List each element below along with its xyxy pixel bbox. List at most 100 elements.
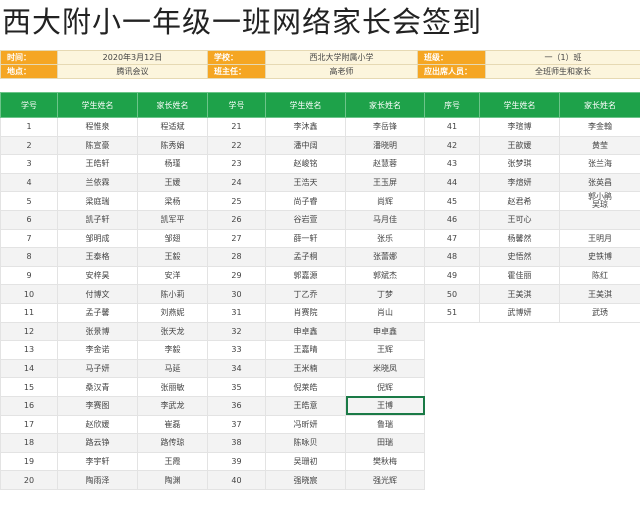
student-name-cell[interactable] [479, 415, 560, 434]
student-no-cell[interactable]: 36 [207, 395, 266, 416]
parent-name-cell[interactable]: 马延 [137, 358, 208, 379]
student-no-cell[interactable] [424, 452, 480, 471]
student-name-cell[interactable]: 付博文 [57, 284, 138, 304]
parent-name-cell[interactable] [559, 396, 640, 415]
parent-name-cell[interactable]: 鲁瑞 [345, 414, 425, 435]
student-name-cell[interactable]: 肖赛院 [265, 302, 346, 323]
col-header-seq-no[interactable]: 序号 [424, 92, 480, 118]
parent-name-cell[interactable]: 李武龙 [137, 395, 208, 416]
parent-name-cell[interactable]: 陈红 [559, 265, 640, 286]
parent-name-cell[interactable]: 王明月 [559, 228, 640, 249]
parent-name-cell[interactable]: 强光辉 [345, 470, 425, 490]
col-header-parent-name[interactable]: 家长姓名 [137, 92, 208, 118]
teacher-label[interactable]: 班主任： [207, 64, 266, 79]
student-no-cell[interactable] [424, 377, 480, 397]
student-no-cell[interactable]: 3 [0, 154, 58, 174]
col-header-parent-name[interactable]: 家长姓名 [345, 92, 425, 118]
student-name-cell[interactable]: 李金诺 [57, 340, 138, 360]
student-name-cell[interactable]: 杨馨然 [479, 228, 560, 249]
parent-name-cell[interactable]: 米晓凤 [345, 358, 425, 379]
student-name-cell[interactable]: 强晓宸 [265, 470, 346, 490]
student-name-cell[interactable]: 王可心 [479, 209, 560, 230]
student-name-cell[interactable]: 孟子桐 [265, 247, 346, 267]
student-no-cell[interactable]: 2 [0, 135, 58, 156]
parent-name-cell[interactable]: 张乐 [345, 228, 425, 249]
parent-name-cell[interactable]: 王美淇 [559, 284, 640, 304]
student-name-cell[interactable]: 程惟泉 [57, 117, 138, 137]
student-no-cell[interactable]: 49 [424, 265, 480, 286]
student-name-cell[interactable]: 王皓轩 [57, 154, 138, 174]
student-name-cell[interactable]: 桑汉青 [57, 377, 138, 397]
student-no-cell[interactable] [424, 396, 480, 415]
student-no-cell[interactable] [424, 359, 480, 378]
parent-name-cell[interactable]: 梁杨 [137, 191, 208, 211]
student-no-cell[interactable]: 47 [424, 228, 480, 249]
parent-name-cell[interactable]: 丁梦 [345, 284, 425, 304]
parent-name-cell[interactable]: 王玉屏 [345, 172, 425, 193]
parent-name-cell[interactable]: 武琇 [559, 302, 640, 323]
student-no-cell[interactable]: 28 [207, 247, 266, 267]
parent-name-cell[interactable] [559, 470, 640, 490]
student-name-cell[interactable]: 赵君希 [479, 191, 560, 211]
student-name-cell[interactable]: 张景博 [57, 321, 138, 342]
student-no-cell[interactable]: 11 [0, 302, 58, 323]
place-label[interactable]: 地点： [0, 64, 58, 79]
student-name-cell[interactable]: 路云铮 [57, 433, 138, 453]
student-no-cell[interactable]: 5 [0, 191, 58, 211]
parent-name-cell[interactable]: 倪辉 [345, 377, 425, 397]
parent-name-cell[interactable]: 张丽敏 [137, 377, 208, 397]
student-name-cell[interactable]: 陈宣豪 [57, 135, 138, 156]
student-no-cell[interactable]: 6 [0, 209, 58, 230]
student-no-cell[interactable] [424, 433, 480, 453]
parent-name-cell[interactable] [559, 209, 640, 230]
student-no-cell[interactable] [424, 340, 480, 360]
student-no-cell[interactable]: 9 [0, 265, 58, 286]
student-name-cell[interactable]: 谷岩萱 [265, 209, 346, 230]
col-header-student-name[interactable]: 学生姓名 [479, 92, 560, 118]
student-name-cell[interactable] [479, 396, 560, 415]
student-name-cell[interactable]: 张梦琪 [479, 154, 560, 174]
parent-name-cell[interactable] [559, 452, 640, 471]
student-no-cell[interactable]: 21 [207, 117, 266, 137]
student-no-cell[interactable]: 51 [424, 302, 480, 323]
student-name-cell[interactable] [479, 433, 560, 453]
parent-name-cell[interactable]: 尚辉 [345, 191, 425, 211]
parent-name-cell[interactable]: 王博 [345, 395, 425, 416]
student-name-cell[interactable]: 史悟然 [479, 247, 560, 267]
student-no-cell[interactable]: 31 [207, 302, 266, 323]
student-name-cell[interactable]: 郭嘉源 [265, 265, 346, 286]
parent-name-cell[interactable]: 崔磊 [137, 414, 208, 435]
student-no-cell[interactable]: 24 [207, 172, 266, 193]
student-name-cell[interactable]: 李宇轩 [57, 451, 138, 472]
student-no-cell[interactable]: 27 [207, 228, 266, 249]
parent-name-cell[interactable]: 申卓鑫 [345, 321, 425, 342]
parent-name-cell[interactable]: 程适斌 [137, 117, 208, 137]
student-name-cell[interactable] [479, 452, 560, 471]
parent-name-cell[interactable]: 马月佳 [345, 209, 425, 230]
student-no-cell[interactable]: 13 [0, 340, 58, 360]
student-no-cell[interactable]: 39 [207, 451, 266, 472]
col-header-student-name[interactable]: 学生姓名 [57, 92, 138, 118]
student-no-cell[interactable]: 25 [207, 191, 266, 211]
student-name-cell[interactable]: 尚子睿 [265, 191, 346, 211]
student-name-cell[interactable] [479, 359, 560, 378]
parent-name-cell[interactable]: 刘燕妮 [137, 302, 208, 323]
parent-name-cell[interactable]: 张兰海 [559, 154, 640, 174]
student-name-cell[interactable]: 兰依霖 [57, 172, 138, 193]
parent-name-cell[interactable]: 张天龙 [137, 321, 208, 342]
parent-name-cell[interactable]: 陈秀娟 [137, 135, 208, 156]
student-no-cell[interactable]: 32 [207, 321, 266, 342]
parent-name-cell[interactable]: 安洋 [137, 265, 208, 286]
student-name-cell[interactable]: 赵峻铭 [265, 154, 346, 174]
student-name-cell[interactable]: 冯昕妍 [265, 414, 346, 435]
student-name-cell[interactable]: 霍佳丽 [479, 265, 560, 286]
student-no-cell[interactable]: 43 [424, 154, 480, 174]
student-name-cell[interactable]: 王皓意 [265, 395, 346, 416]
col-header-parent-name[interactable]: 家长姓名 [559, 92, 640, 118]
parent-name-cell[interactable]: 赵慧蓉 [345, 154, 425, 174]
time-label[interactable]: 时间： [0, 50, 58, 65]
student-no-cell[interactable]: 10 [0, 284, 58, 304]
student-no-cell[interactable]: 41 [424, 117, 480, 137]
parent-name-cell[interactable]: 张英昌 [559, 172, 640, 193]
student-no-cell[interactable]: 4 [0, 172, 58, 193]
